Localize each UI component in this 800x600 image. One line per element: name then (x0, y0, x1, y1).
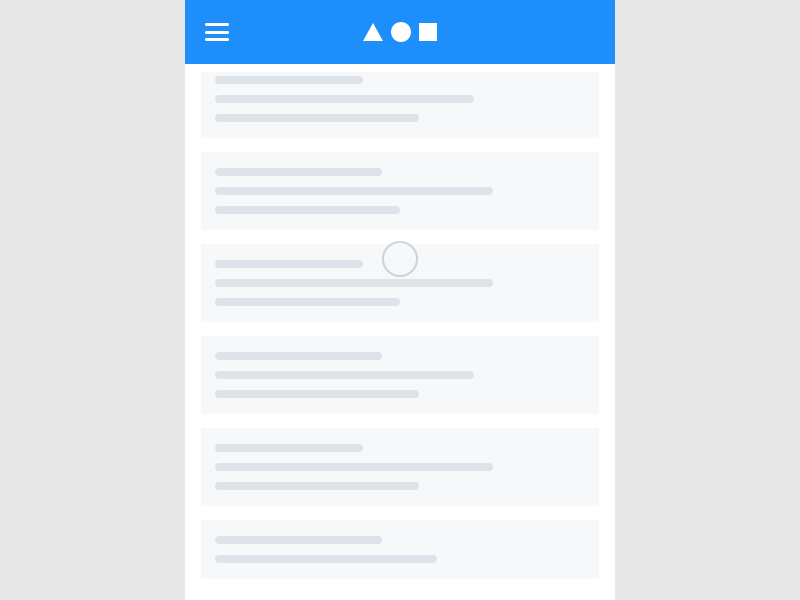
square-icon (419, 23, 437, 41)
skeleton-line (215, 536, 382, 544)
skeleton-line (215, 555, 437, 563)
skeleton-line (215, 206, 400, 214)
skeleton-line (215, 390, 419, 398)
skeleton-line (215, 187, 493, 195)
skeleton-line (215, 76, 363, 84)
skeleton-line (215, 114, 419, 122)
app-logo (363, 22, 437, 42)
list-item (201, 520, 599, 579)
circle-icon (391, 22, 411, 42)
menu-icon[interactable] (205, 23, 229, 41)
skeleton-line (215, 371, 474, 379)
skeleton-line (215, 463, 493, 471)
skeleton-line (215, 444, 363, 452)
skeleton-line (215, 168, 382, 176)
list-item (201, 72, 599, 138)
skeleton-line (215, 279, 493, 287)
loading-spinner (380, 239, 420, 279)
skeleton-line (215, 298, 400, 306)
triangle-icon (363, 23, 383, 41)
content-area[interactable] (185, 64, 615, 600)
app-header (185, 0, 615, 64)
skeleton-line (215, 352, 382, 360)
list-item (201, 152, 599, 230)
app-frame (185, 0, 615, 600)
skeleton-line (215, 482, 419, 490)
list-item (201, 428, 599, 506)
skeleton-line (215, 260, 363, 268)
spinner-icon (382, 241, 418, 277)
skeleton-line (215, 95, 474, 103)
list-item (201, 336, 599, 414)
